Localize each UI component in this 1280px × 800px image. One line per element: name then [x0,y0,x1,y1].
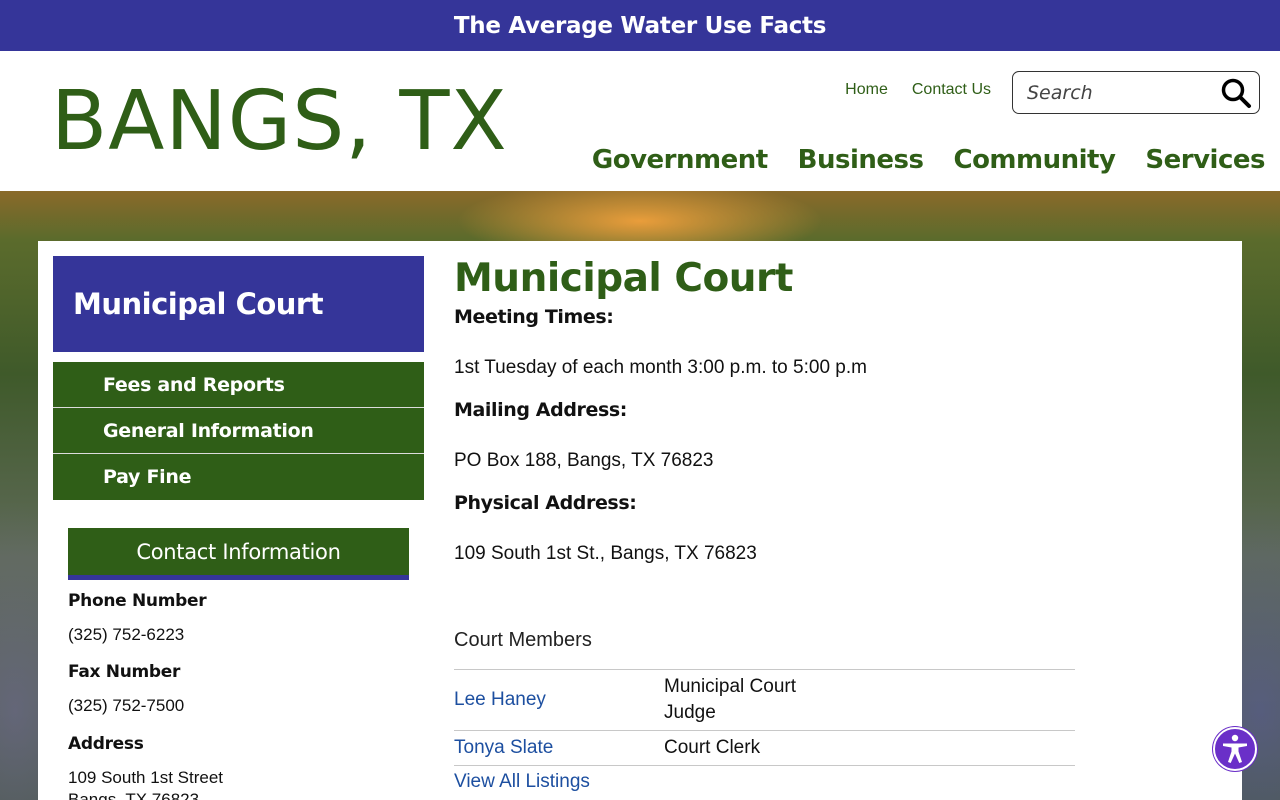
empty-cell [854,670,1075,731]
sub-nav-fees-and-reports[interactable]: Fees and Reports [53,362,424,408]
table-row: Lee Haney Municipal Court Judge [454,669,1075,731]
contact-heading-text: Contact Information [136,539,341,564]
sub-nav: Fees and Reports General Information Pay… [53,362,424,500]
contact-phone: Phone Number (325) 752-6223 [68,591,409,646]
sidebar-title: Municipal Court [53,256,424,352]
court-members-table: Lee Haney Municipal Court Judge Tonya Sl… [454,669,1075,766]
member-name-cell: Lee Haney [454,670,664,731]
view-all-listings-link[interactable]: View All Listings [454,771,590,793]
member-role-cell: Municipal Court Judge [664,670,854,731]
physical-address-label: Physical Address: [454,492,637,514]
nav-business[interactable]: Business [798,145,924,175]
member-role-line-1: Court Clerk [664,737,761,758]
alert-link[interactable]: The Average Water Use Facts [454,13,827,39]
member-name-link[interactable]: Tonya Slate [454,737,553,758]
search-icon [1221,78,1251,108]
site-header: BANGS, TX Home Contact Us Government Bus… [0,51,1280,191]
search-button[interactable] [1220,77,1252,109]
contact-fax: Fax Number (325) 752-7500 [68,662,409,717]
contact-us-link[interactable]: Contact Us [912,81,991,99]
home-link[interactable]: Home [845,81,888,99]
table-row: Tonya Slate Court Clerk [454,730,1075,766]
sidebar-title-text: Municipal Court [73,287,324,321]
member-role-cell: Court Clerk [664,731,854,766]
physical-address-value: 109 South 1st St., Bangs, TX 76823 [454,543,757,564]
search-input[interactable] [1027,80,1212,106]
member-name-link[interactable]: Lee Haney [454,689,546,710]
mailing-address-value: PO Box 188, Bangs, TX 76823 [454,450,714,471]
site-title[interactable]: BANGS, TX [51,77,508,167]
sub-nav-general-information[interactable]: General Information [53,408,424,454]
address-line-2: Bangs, TX 76823 [68,790,200,800]
page-title: Municipal Court [454,256,793,301]
fax-label: Fax Number [68,662,181,682]
meeting-times-label: Meeting Times: [454,306,614,328]
fax-value: (325) 752-7500 [68,696,185,715]
contact-address: Address 109 South 1st Street Bangs, TX 7… [68,734,409,800]
accessibility-icon [1223,734,1247,763]
alert-bar: The Average Water Use Facts [0,0,1280,51]
accessibility-button[interactable] [1213,727,1257,771]
nav-government[interactable]: Government [592,145,768,175]
empty-cell [854,731,1075,766]
address-value: 109 South 1st Street Bangs, TX 76823 [68,767,409,800]
mailing-address-label: Mailing Address: [454,399,627,421]
sub-nav-pay-fine[interactable]: Pay Fine [53,454,424,500]
utility-links: Home Contact Us [845,81,991,99]
member-role-line-1: Municipal Court [664,676,796,697]
main-nav: Government Business Community Services [592,145,1266,175]
contact-heading: Contact Information [68,528,409,580]
member-name-cell: Tonya Slate [454,731,664,766]
meeting-times-value: 1st Tuesday of each month 3:00 p.m. to 5… [454,357,867,378]
member-role-line-2: Judge [664,702,716,723]
court-members-heading: Court Members [454,629,592,651]
address-label: Address [68,734,144,754]
search-box [1012,71,1260,114]
phone-label: Phone Number [68,591,207,611]
nav-services[interactable]: Services [1145,145,1265,175]
nav-community[interactable]: Community [953,145,1115,175]
address-line-1: 109 South 1st Street [68,768,223,787]
phone-value: (325) 752-6223 [68,625,185,644]
